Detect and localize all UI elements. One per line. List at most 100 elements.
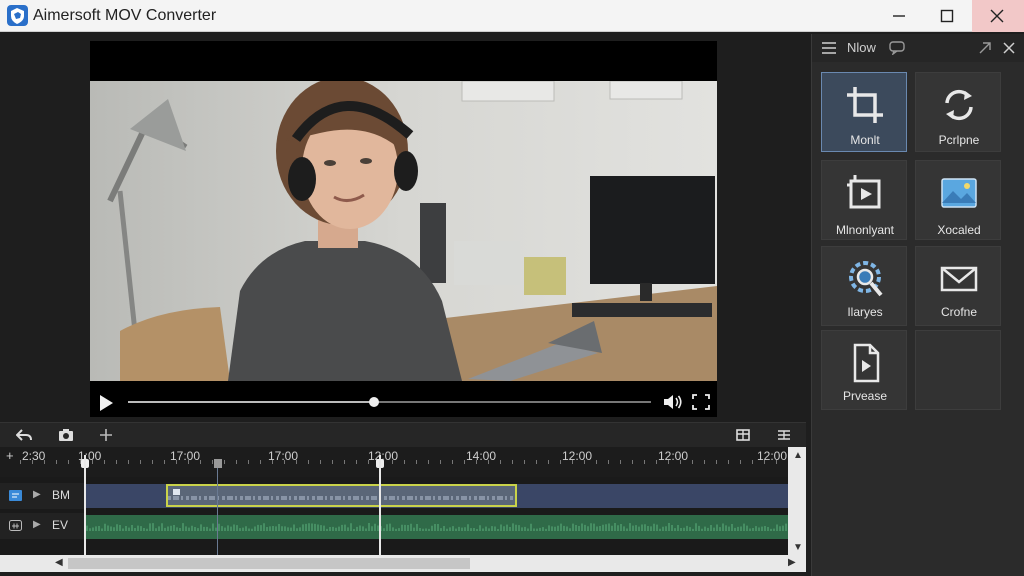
ruler-tick — [212, 460, 213, 464]
tile-label: Prvease — [842, 389, 888, 403]
ruler-tick — [644, 460, 645, 464]
scroll-up-icon[interactable]: ▲ — [793, 450, 803, 461]
tile-label: Monlt — [850, 133, 880, 147]
chat-icon[interactable] — [889, 41, 905, 55]
ruler-tick — [728, 460, 729, 464]
ruler-tick — [44, 460, 45, 464]
tool-tile-empty — [915, 330, 1001, 410]
tool-tile-document[interactable]: Prvease — [821, 330, 907, 410]
ruler-tick — [152, 460, 153, 464]
tool-tile-settings[interactable]: Ilaryes — [821, 246, 907, 326]
ruler-tick — [488, 460, 489, 464]
tool-tile-image[interactable]: Xocaled — [915, 160, 1001, 240]
ruler-label: 17:00 — [170, 449, 201, 463]
timeline-ruler[interactable]: + 2:30 1:00 17:00 17:00 12:00 14:00 12:00 12:00… — [0, 447, 788, 477]
ruler-tick — [680, 460, 681, 464]
audio-waveform — [83, 523, 787, 531]
ruler-tick — [92, 460, 93, 464]
tile-label: Xocaled — [937, 223, 981, 237]
scroll-down-icon[interactable]: ▼ — [793, 542, 803, 553]
tool-tile-crop[interactable]: Monlt — [821, 72, 907, 152]
seek-bar[interactable] — [128, 401, 651, 403]
ruler-tick — [416, 460, 417, 464]
ruler-add-mark: + — [6, 448, 14, 463]
ruler-tick — [464, 460, 465, 464]
close-button[interactable] — [972, 0, 1024, 32]
app-logo-icon — [7, 5, 28, 26]
video-player[interactable] — [90, 41, 717, 417]
play-icon[interactable] — [98, 394, 114, 412]
list-view-icon[interactable] — [776, 428, 792, 442]
tile-label: Pcrlpne — [938, 133, 980, 147]
panel-close-icon[interactable] — [1003, 42, 1015, 54]
settings-search-icon — [849, 261, 883, 297]
maximize-button[interactable] — [922, 0, 972, 32]
track-expand-icon[interactable]: ▶ — [33, 519, 41, 530]
ruler-tick — [404, 460, 405, 464]
ruler-tick — [104, 460, 105, 464]
scroll-right-icon[interactable]: ▶ — [788, 557, 796, 568]
crop-icon — [847, 87, 883, 123]
image-icon — [941, 178, 977, 208]
frame-icon — [847, 175, 881, 209]
window-title: Aimersoft MOV Converter — [33, 7, 217, 24]
tool-tile-frame[interactable]: Mlnonlyant — [821, 160, 907, 240]
volume-icon[interactable] — [663, 394, 683, 410]
close-icon — [990, 9, 1004, 23]
timeline-marker[interactable] — [214, 459, 222, 468]
tool-tile-mail[interactable]: Crofne — [915, 246, 1001, 326]
ruler-tick — [284, 460, 285, 464]
video-frame — [90, 81, 717, 381]
add-marker-icon[interactable] — [98, 428, 114, 442]
minimize-button[interactable] — [874, 0, 924, 32]
clip-thumbnail-strip — [168, 489, 515, 500]
audio-track-icon[interactable] — [9, 520, 22, 531]
ruler-label: 12:00 — [658, 449, 689, 463]
collapse-arrow-icon[interactable] — [978, 41, 992, 55]
ruler-tick — [524, 460, 525, 464]
ruler-tick — [500, 460, 501, 464]
waveform-path — [83, 523, 787, 531]
audio-track-lane[interactable] — [83, 515, 788, 539]
fullscreen-icon[interactable] — [692, 394, 710, 410]
document-icon — [853, 343, 880, 383]
ruler-tick — [764, 460, 765, 464]
scroll-left-icon[interactable]: ◀ — [55, 557, 63, 568]
vertical-scrollbar[interactable] — [788, 447, 806, 555]
snapshot-icon[interactable] — [58, 428, 74, 442]
track-expand-icon[interactable]: ▶ — [33, 489, 41, 500]
ruler-tick — [116, 460, 117, 464]
horizontal-scroll-thumb[interactable] — [68, 558, 470, 569]
ruler-tick — [68, 460, 69, 464]
ruler-tick — [452, 460, 453, 464]
grid-view-icon[interactable] — [735, 428, 751, 442]
in-point-line — [84, 455, 86, 571]
video-clip[interactable] — [166, 484, 517, 507]
ruler-tick — [740, 460, 741, 464]
ruler-tick — [176, 460, 177, 464]
title-bar: Aimersoft MOV Converter — [0, 0, 1024, 32]
ruler-tick — [584, 460, 585, 464]
ruler-tick — [608, 460, 609, 464]
ruler-tick — [668, 460, 669, 464]
ruler-tick — [248, 460, 249, 464]
menu-icon[interactable] — [822, 42, 836, 54]
ruler-tick — [32, 460, 33, 464]
ruler-tick — [260, 460, 261, 464]
ruler-tick — [752, 460, 753, 464]
panel-title: Nlow — [847, 40, 876, 55]
seek-handle[interactable] — [368, 397, 379, 407]
ruler-tick — [332, 460, 333, 464]
ruler-tick — [776, 460, 777, 464]
ruler-tick — [344, 460, 345, 464]
ruler-tick — [140, 460, 141, 464]
undo-icon[interactable] — [16, 428, 32, 442]
ruler-tick — [560, 460, 561, 464]
ruler-tick — [200, 460, 201, 464]
ruler-tick — [620, 460, 621, 464]
ruler-tick — [224, 460, 225, 464]
track-header-audio: ▶ EV — [0, 513, 84, 539]
tool-tile-rotate[interactable]: Pcrlpne — [915, 72, 1001, 152]
video-track-icon[interactable] — [9, 490, 22, 501]
track-name: EV — [52, 518, 69, 532]
